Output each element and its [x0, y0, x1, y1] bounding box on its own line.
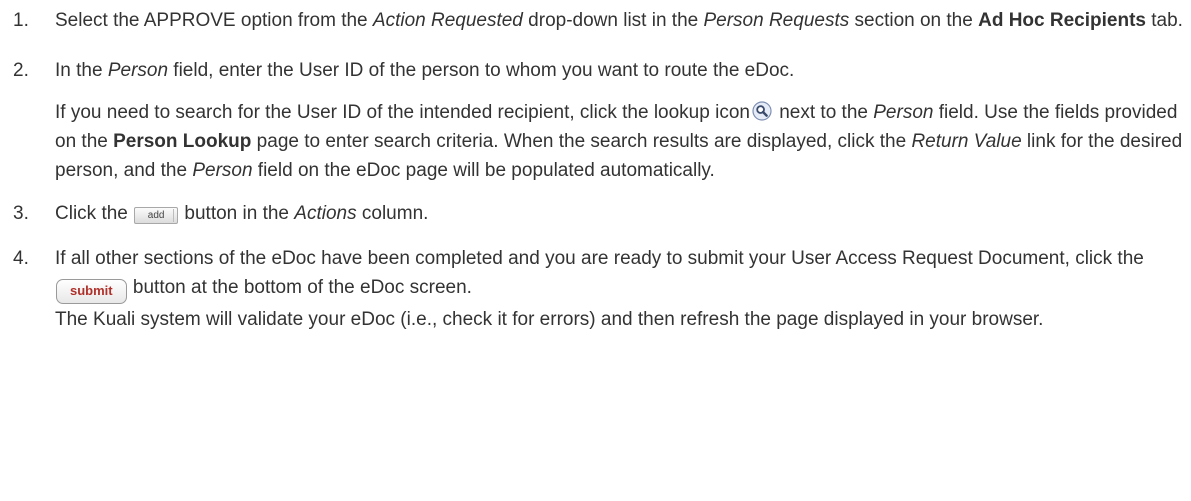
text-run: section on the — [849, 10, 979, 31]
step-number: 4. — [13, 248, 29, 269]
text-run: field on the eDoc page will be populated… — [252, 160, 715, 181]
step-number: 1. — [13, 10, 29, 31]
text-run: drop-down list in the — [522, 10, 704, 31]
text-run: In the — [55, 60, 108, 81]
step-1: 1. Select the APPROVE option from the Ac… — [0, 6, 1191, 35]
step-2-detail: If you need to search for the User ID of… — [55, 98, 1191, 185]
text-run: button at the bottom of the eDoc screen. — [127, 277, 472, 298]
step-1-text: Select the APPROVE option from the Actio… — [55, 6, 1191, 35]
step-4-text: If all other sections of the eDoc have b… — [55, 244, 1191, 304]
instructions-document: 1. Select the APPROVE option from the Ac… — [0, 0, 1191, 334]
text-run: page to enter search criteria. When the … — [251, 131, 912, 152]
submit-button[interactable]: submit — [56, 279, 127, 304]
step-3: 3. Click the add button in the Actions c… — [0, 199, 1191, 228]
field-name-action-requested: Action Requested — [372, 10, 523, 31]
add-button[interactable]: add — [134, 207, 179, 224]
tab-name-ad-hoc-recipients: Ad Hoc Recipients — [978, 10, 1146, 31]
section-name-person-requests: Person Requests — [703, 10, 850, 31]
step-2: 2. In the Person field, enter the User I… — [0, 56, 1191, 185]
step-3-text: Click the add button in the Actions colu… — [55, 199, 1191, 228]
field-name-person: Person — [873, 102, 934, 123]
text-run: Click the — [55, 203, 134, 224]
step-4-detail: The Kuali system will validate your eDoc… — [55, 309, 1044, 330]
text-run: next to the — [773, 102, 874, 123]
text-run: button in the — [179, 203, 295, 224]
magnifier-lookup-icon[interactable] — [752, 101, 772, 121]
text-run: If all other sections of the eDoc have b… — [55, 248, 1144, 269]
text-run: tab. — [1145, 10, 1183, 31]
field-name-person: Person — [192, 160, 253, 181]
link-name-return-value: Return Value — [911, 131, 1022, 152]
text-run: Select the APPROVE option from the — [55, 10, 373, 31]
column-name-actions: Actions — [294, 203, 357, 224]
step-2-text: In the Person field, enter the User ID o… — [55, 56, 1191, 85]
page-name-person-lookup: Person Lookup — [113, 131, 252, 152]
step-number: 3. — [13, 203, 29, 224]
text-run: column. — [356, 203, 429, 224]
step-4: 4. If all other sections of the eDoc hav… — [0, 244, 1191, 334]
field-name-person: Person — [107, 60, 169, 81]
text-run: field, enter the User ID of the person t… — [168, 60, 795, 81]
step-number: 2. — [13, 60, 29, 81]
text-run: If you need to search for the User ID of… — [55, 102, 750, 123]
